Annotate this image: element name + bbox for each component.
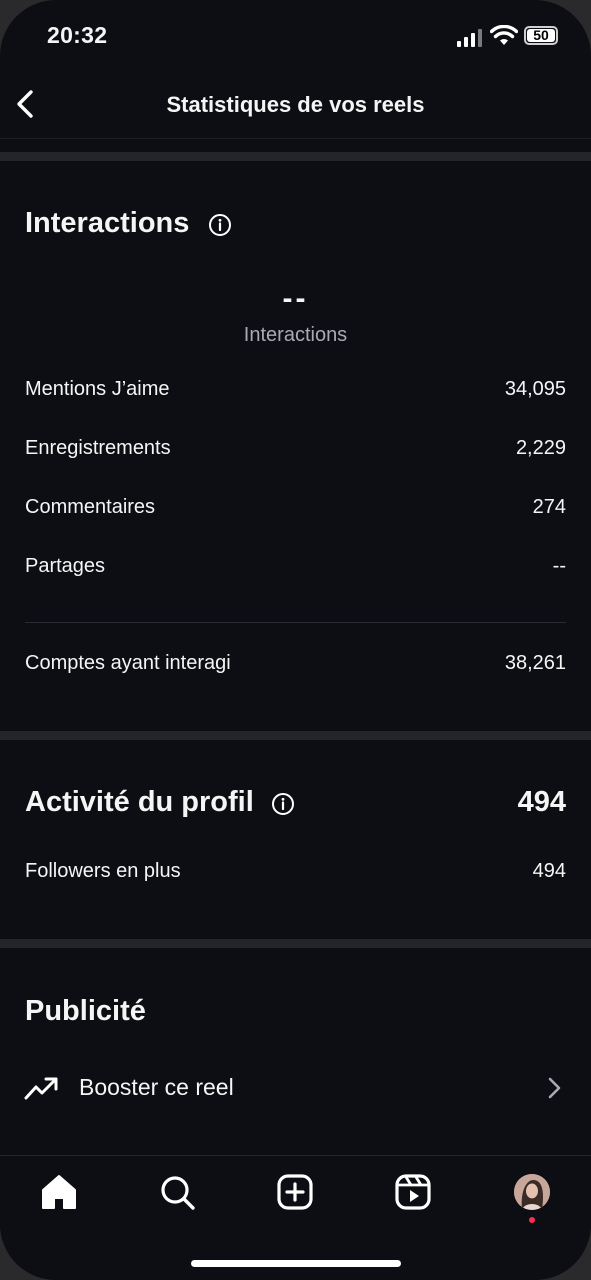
reels-icon[interactable]: [391, 1170, 435, 1214]
battery-icon: 50: [524, 26, 558, 45]
trending-up-icon: [24, 1077, 58, 1100]
notification-dot: [529, 1217, 535, 1223]
accounts-engaged-label: Comptes ayant interagi: [25, 652, 231, 674]
interactions-total-label: Interactions: [243, 324, 348, 346]
saves-value: 2,229: [515, 437, 566, 459]
phone-screen: 20:32 50 Statistiques de vos reels Inter…: [0, 0, 591, 1280]
search-icon[interactable]: [155, 1170, 199, 1214]
boost-reel-label: Booster ce reel: [79, 1074, 234, 1100]
info-icon[interactable]: [271, 792, 295, 816]
profile-avatar[interactable]: [514, 1174, 550, 1210]
page-title: Statistiques de vos reels: [166, 92, 425, 117]
section-divider: [0, 939, 591, 948]
interactions-title: Interactions: [25, 207, 190, 239]
shares-label: Partages: [25, 555, 106, 577]
status-bar: 20:32 50: [0, 0, 591, 70]
new-followers-label: Followers en plus: [25, 860, 181, 882]
profile-activity-title: Activité du profil: [25, 786, 254, 818]
likes-value: 34,095: [504, 378, 566, 400]
profile-activity-total: 494: [517, 786, 566, 818]
boost-reel-button[interactable]: Booster ce reel: [0, 1058, 591, 1118]
home-icon[interactable]: [37, 1170, 81, 1214]
new-followers-value: 494: [532, 860, 566, 882]
accounts-engaged-value: 38,261: [504, 652, 566, 674]
likes-label: Mentions J’aime: [25, 378, 170, 400]
row-divider: [25, 622, 566, 623]
interactions-total-value: --: [282, 282, 309, 315]
status-time: 20:32: [47, 22, 108, 48]
wifi-icon: [490, 25, 518, 45]
info-icon[interactable]: [208, 213, 232, 237]
comments-value: 274: [532, 496, 566, 518]
cellular-signal-icon: [457, 29, 483, 47]
comments-label: Commentaires: [25, 496, 156, 518]
avatar-image: [514, 1174, 550, 1210]
home-indicator[interactable]: [191, 1260, 401, 1267]
shares-value: --: [552, 555, 566, 577]
saves-label: Enregistrements: [25, 437, 171, 459]
section-divider: [0, 152, 591, 161]
battery-level: 50: [533, 27, 549, 43]
nav-header: Statistiques de vos reels: [0, 70, 591, 139]
section-divider: [0, 731, 591, 740]
ads-title: Publicité: [25, 995, 146, 1027]
plus-square-icon[interactable]: [273, 1170, 317, 1214]
chevron-right-icon: [548, 1077, 561, 1099]
